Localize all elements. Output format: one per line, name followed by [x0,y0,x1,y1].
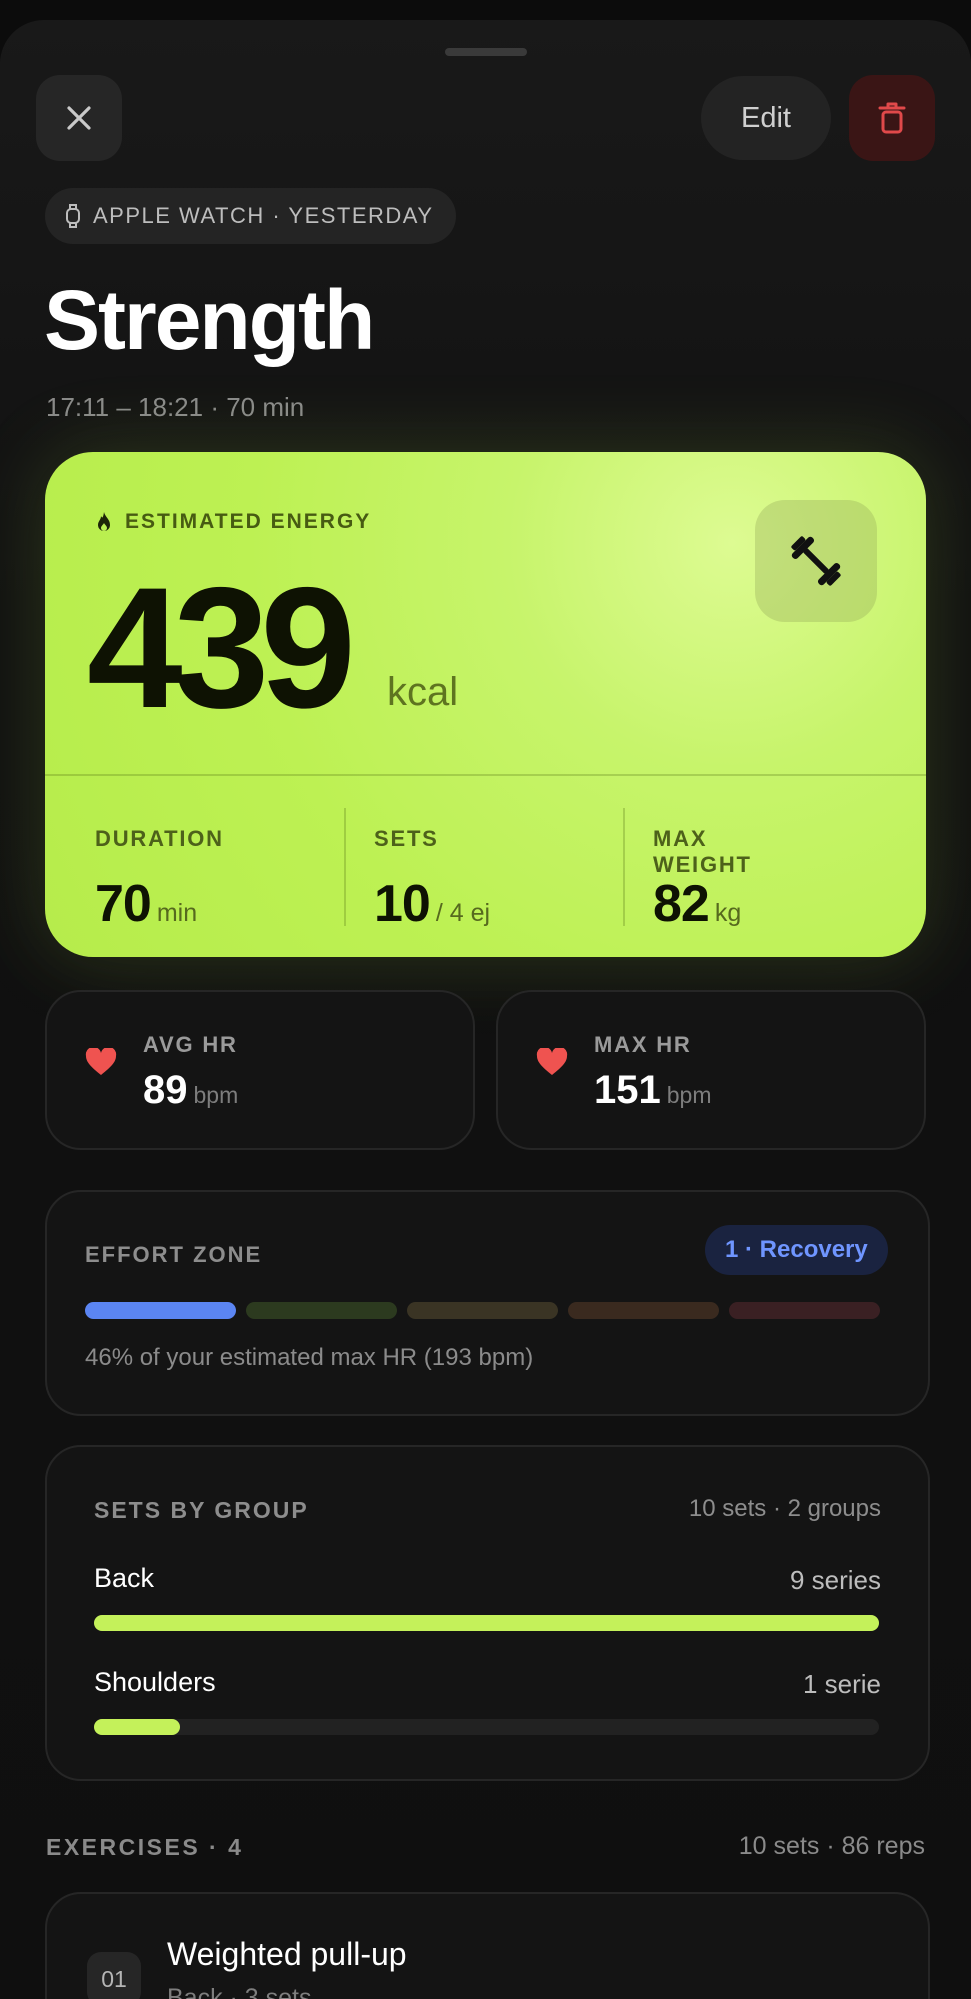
exercise-meta: Back · 3 sets [167,1984,312,1999]
zone-bar-2 [246,1302,397,1319]
heart-icon [536,1048,568,1075]
page-title: Strength [44,273,375,367]
source-badge: APPLE WATCH · YESTERDAY [45,188,456,244]
heart-icon [85,1048,117,1075]
source-label: APPLE WATCH · YESTERDAY [93,203,434,228]
workout-type-icon [755,500,877,622]
energy-card: ESTIMATED ENERGY 439 kcal DURATION 70 min… [45,452,926,957]
hr-label: AVG HR [143,1032,238,1057]
sheet-grabber[interactable] [445,48,527,56]
stat-value: 82 [653,875,710,933]
exercises-summary: 10 sets · 86 reps [738,1832,925,1860]
sets-by-group-card: SETS BY GROUP 10 sets · 2 groups Back 9 … [45,1445,930,1781]
group-name: Shoulders [94,1667,216,1697]
stat-unit: / 4 ej [435,899,491,927]
hr-value: 89 [143,1068,188,1112]
stat-label: DURATION [95,826,224,851]
delete-button[interactable] [849,75,935,161]
effort-zone-card: EFFORT ZONE 1 · Recovery 46% of your est… [45,1190,930,1416]
stat-separator [623,808,625,926]
stat-label: SETS [374,826,439,851]
flame-icon [98,512,110,531]
group-count: 1 serie [802,1669,881,1699]
group-progress-track [94,1615,879,1631]
energy-value: 439 [87,552,356,744]
max-hr-card: MAX HR 151 bpm [496,990,926,1150]
zone-bar-3 [407,1302,558,1319]
group-progress-fill [94,1719,181,1735]
stat-value: 70 [95,875,152,933]
energy-unit: kcal [387,670,459,714]
dumbbell-icon [791,536,841,586]
energy-label-text: ESTIMATED ENERGY [125,510,372,533]
stat-value: 10 [374,875,431,933]
sets-by-group-label: SETS BY GROUP [94,1497,309,1523]
group-progress-fill [94,1615,879,1631]
effort-zone-label: EFFORT ZONE [85,1242,263,1267]
zone-badge: 1 · Recovery [705,1225,888,1275]
stat-unit: kg [714,899,742,927]
zone-bar-1 [85,1302,236,1319]
watch-icon [66,204,80,228]
zone-note: 46% of your estimated max HR (193 bpm) [85,1344,534,1371]
close-button[interactable] [36,75,122,161]
energy-label: ESTIMATED ENERGY [95,510,371,534]
workout-detail-sheet: Edit APPLE WATCH · YESTERDAY Strength 17… [0,20,971,1999]
exercise-item[interactable]: 01 Weighted pull-up Back · 3 sets [45,1892,930,1999]
zone-bars [85,1302,880,1319]
edit-button[interactable]: Edit [701,76,831,160]
hr-label: MAX HR [594,1032,692,1057]
stat-separator [344,808,346,926]
sets-summary: 10 sets · 2 groups [688,1495,881,1522]
group-name: Back [94,1563,155,1593]
energy-divider [45,774,926,776]
zone-bar-4 [568,1302,719,1319]
stat-label: MAX WEIGHT [653,826,752,877]
trash-icon [878,102,906,134]
close-icon [67,106,91,130]
exercise-number: 01 [87,1952,141,1999]
zone-bar-5 [729,1302,880,1319]
hr-value: 151 [594,1068,661,1112]
group-progress-track [94,1719,879,1735]
exercises-header: EXERCISES · 4 [46,1834,244,1860]
stat-unit: min [156,899,198,927]
exercise-name: Weighted pull-up [167,1936,407,1972]
avg-hr-card: AVG HR 89 bpm [45,990,475,1150]
group-count: 9 series [789,1565,881,1595]
hr-unit: bpm [666,1082,712,1108]
hr-unit: bpm [193,1082,239,1108]
time-range: 17:11 – 18:21 · 70 min [46,392,305,422]
